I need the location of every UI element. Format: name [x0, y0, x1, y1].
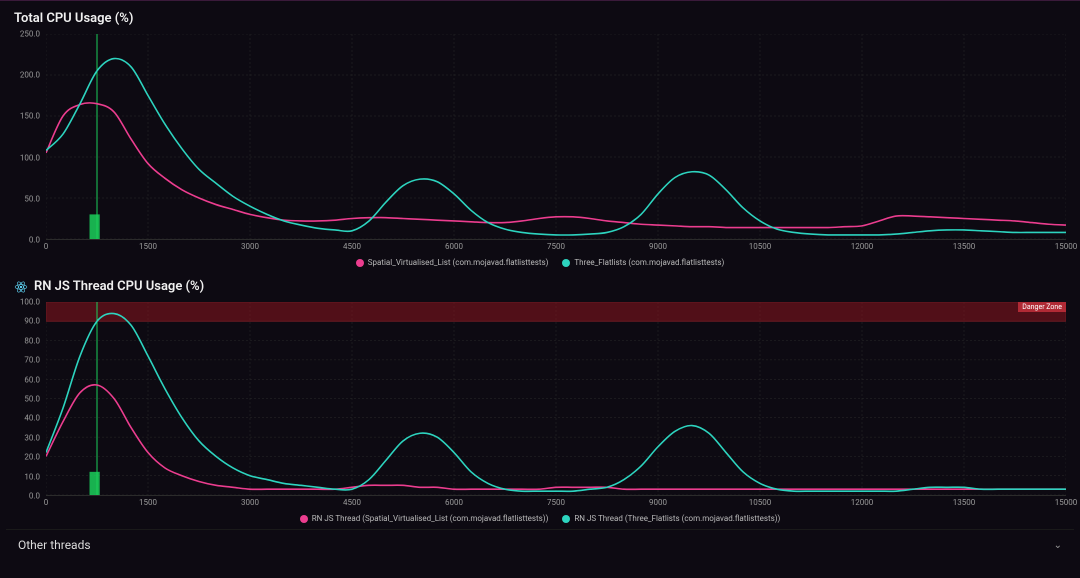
x-tick-label: 10500 [749, 498, 771, 507]
panel-other-threads[interactable]: Other threads ⌄ [6, 529, 1074, 560]
x-tick-label: 7500 [547, 498, 565, 507]
x-tick-label: 4500 [343, 498, 361, 507]
y-tick-label: 10.0 [24, 472, 40, 481]
x-tick-label: 0 [44, 242, 49, 251]
legend-swatch [562, 515, 570, 523]
x-tick-label: 12000 [851, 498, 873, 507]
y-tick-label: 250.0 [20, 30, 40, 39]
legend-item[interactable]: Three_Flatlists (com.mojavad.flatlisttes… [562, 258, 724, 267]
plot-area [46, 34, 1066, 240]
y-axis: 0.010.020.030.040.050.060.070.080.090.01… [6, 302, 42, 496]
chevron-down-icon: ⌄ [1054, 540, 1062, 551]
panel-total-cpu: Total CPU Usage (%) 0.0 50.0 100.0 150.0 200… [6, 5, 1074, 271]
legend-label: RN JS Thread (Spatial_Virtualised_List (… [312, 514, 549, 523]
chart-total-cpu[interactable]: 0.0 50.0 100.0 150.0 200.0 250.0 0 1500 3000 450… [6, 30, 1074, 256]
legend-total: Spatial_Virtualised_List (com.mojavad.fl… [6, 256, 1074, 271]
chart-rn-js-thread[interactable]: 0.0 10.0 20.0 30.0 40.0 50.0 60.0 70.0 80.0 90.0 1… [6, 298, 1074, 512]
title-text: Total CPU Usage (%) [14, 11, 133, 26]
x-tick-label: 1500 [139, 498, 157, 507]
x-tick-label: 15000 [1055, 498, 1077, 507]
panel-rn-js-thread: RN JS Thread CPU Usage (%) 0.0 10.0 20.0 30… [6, 273, 1074, 527]
x-tick-label: 6000 [445, 498, 463, 507]
y-tick-label: 0.0 [29, 236, 40, 245]
react-icon [14, 280, 28, 294]
legend-label: RN JS Thread (Three_Flatlists (com.mojav… [574, 514, 780, 523]
y-tick-label: 200.0 [20, 71, 40, 80]
y-tick-label: 30.0 [24, 433, 40, 442]
panel-title-rnjs: RN JS Thread CPU Usage (%) [6, 273, 1074, 298]
danger-zone-label: Danger Zone [1018, 302, 1066, 312]
legend-item[interactable]: Spatial_Virtualised_List (com.mojavad.fl… [356, 258, 549, 267]
other-threads-label: Other threads [18, 538, 91, 552]
y-tick-label: 50.0 [24, 194, 40, 203]
x-tick-label: 12000 [851, 242, 873, 251]
x-tick-label: 13500 [953, 242, 975, 251]
x-axis: 0 1500 3000 4500 6000 7500 9000 10500 12000 13500… [46, 242, 1066, 256]
legend-swatch [356, 259, 364, 267]
x-tick-label: 3000 [241, 498, 259, 507]
y-tick-label: 100.0 [20, 153, 40, 162]
y-tick-label: 50.0 [24, 395, 40, 404]
x-tick-label: 10500 [749, 242, 771, 251]
legend-rnjs: RN JS Thread (Spatial_Virtualised_List (… [6, 512, 1074, 527]
x-tick-label: 15000 [1055, 242, 1077, 251]
y-tick-label: 0.0 [29, 492, 40, 501]
y-tick-label: 60.0 [24, 375, 40, 384]
legend-item[interactable]: RN JS Thread (Three_Flatlists (com.mojav… [562, 514, 780, 523]
y-tick-label: 20.0 [24, 453, 40, 462]
legend-label: Three_Flatlists (com.mojavad.flatlisttes… [574, 258, 724, 267]
title-text: RN JS Thread CPU Usage (%) [34, 279, 204, 294]
y-tick-label: 100.0 [20, 298, 40, 307]
x-tick-label: 0 [44, 498, 49, 507]
x-tick-label: 9000 [649, 498, 667, 507]
x-axis: 0 1500 3000 4500 6000 7500 9000 10500 12000 13500… [46, 498, 1066, 512]
x-tick-label: 13500 [953, 498, 975, 507]
x-tick-label: 6000 [445, 242, 463, 251]
y-tick-label: 80.0 [24, 336, 40, 345]
legend-swatch [300, 515, 308, 523]
x-tick-label: 3000 [241, 242, 259, 251]
x-tick-label: 4500 [343, 242, 361, 251]
x-tick-label: 9000 [649, 242, 667, 251]
y-tick-label: 40.0 [24, 414, 40, 423]
x-tick-label: 7500 [547, 242, 565, 251]
legend-label: Spatial_Virtualised_List (com.mojavad.fl… [368, 258, 549, 267]
legend-item[interactable]: RN JS Thread (Spatial_Virtualised_List (… [300, 514, 549, 523]
plot-area: Danger Zone [46, 302, 1066, 496]
y-tick-label: 90.0 [24, 317, 40, 326]
panel-title-total: Total CPU Usage (%) [6, 5, 1074, 30]
legend-swatch [562, 259, 570, 267]
y-tick-label: 150.0 [20, 112, 40, 121]
y-axis: 0.050.0100.0150.0200.0250.0 [6, 34, 42, 240]
x-tick-label: 1500 [139, 242, 157, 251]
y-tick-label: 70.0 [24, 356, 40, 365]
